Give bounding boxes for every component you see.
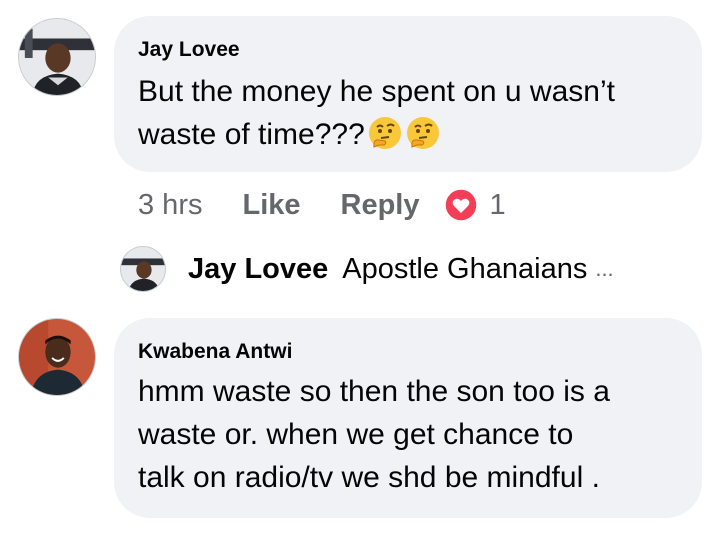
comment-text-line: hmm waste so then the son too is a <box>138 375 610 408</box>
comment-text-line: But the money he spent on u wasn’t <box>138 75 615 108</box>
comment-text-line-2: waste of time??? <box>138 113 615 156</box>
reaction-summary[interactable]: 1 <box>443 188 506 222</box>
thinking-face-icon <box>368 117 401 149</box>
comment-text: But the money he spent on u wasn’t waste… <box>138 70 615 156</box>
avatar[interactable] <box>18 18 96 96</box>
like-button[interactable]: Like <box>242 189 300 222</box>
reply-ellipsis: ... <box>595 256 614 281</box>
comment-timestamp[interactable]: 3 hrs <box>138 189 202 222</box>
comment-bubble: Kwabena Antwi hmm waste so then the son … <box>114 318 702 518</box>
reaction-count: 1 <box>489 188 506 221</box>
avatar-photo <box>19 19 95 95</box>
comment-author[interactable]: Jay Lovee <box>138 38 240 62</box>
comment-text: hmm waste so then the son too is a waste… <box>138 370 610 499</box>
reply-preview[interactable]: Jay Lovee Apostle Ghanaians ... <box>120 246 614 292</box>
reply-button[interactable]: Reply <box>341 189 420 222</box>
avatar-photo <box>121 247 165 291</box>
next-comment-cutoff <box>140 530 660 540</box>
reply-author[interactable]: Jay Lovee <box>188 253 328 286</box>
comment-author[interactable]: Kwabena Antwi <box>138 340 292 364</box>
heart-icon <box>443 188 478 222</box>
comment-text-span: waste of time??? <box>138 118 365 151</box>
avatar-photo <box>19 319 95 395</box>
reply-preview-text: Apostle Ghanaians <box>342 252 588 285</box>
avatar[interactable] <box>18 318 96 396</box>
comment-actions: 3 hrs Like Reply 1 <box>138 188 506 222</box>
comment-bubble: Jay Lovee But the money he spent on u wa… <box>114 16 702 172</box>
reply-avatar[interactable] <box>120 246 166 292</box>
thinking-face-icon <box>406 117 439 149</box>
comment-text-line: waste or. when we get chance to <box>138 418 574 451</box>
comment-text-line: talk on radio/tv we shd be mindful . <box>138 461 600 494</box>
